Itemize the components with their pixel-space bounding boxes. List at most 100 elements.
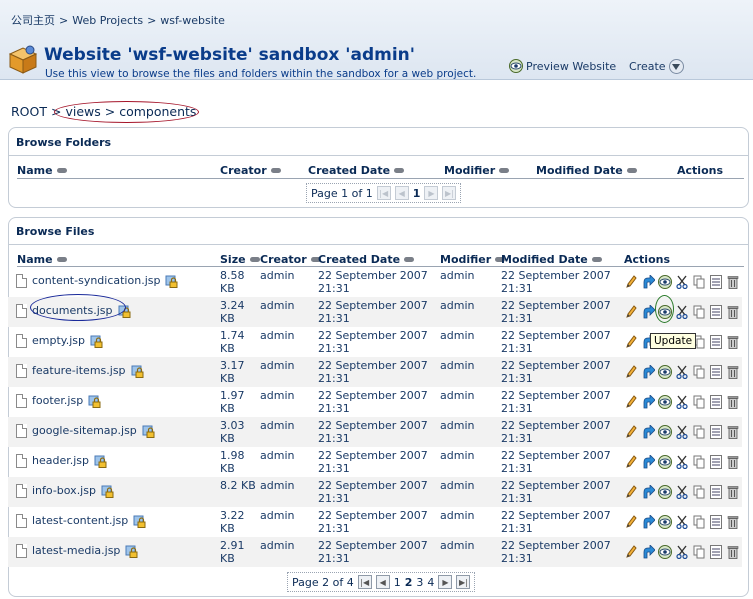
breadcrumb-home[interactable]: 公司主页 — [11, 14, 55, 27]
preview-eye-icon[interactable] — [657, 394, 672, 410]
folders-col-name[interactable]: Name — [17, 164, 67, 177]
files-col-created[interactable]: Created Date — [318, 253, 415, 266]
first-page-icon[interactable]: |◀ — [376, 186, 391, 200]
files-col-size[interactable]: Size — [220, 253, 260, 266]
chevron-down-icon[interactable] — [668, 59, 684, 74]
copy-icon[interactable] — [691, 304, 706, 320]
prev-page-icon[interactable]: ◀ — [375, 575, 390, 589]
preview-eye-icon[interactable] — [657, 484, 672, 500]
files-col-modifier[interactable]: Modifier — [440, 253, 506, 266]
preview-eye-icon[interactable] — [657, 364, 672, 380]
details-list-icon[interactable] — [708, 484, 723, 500]
cut-scissors-icon[interactable] — [674, 484, 689, 500]
edit-pencil-icon[interactable] — [623, 394, 638, 410]
cut-scissors-icon[interactable] — [674, 544, 689, 560]
cut-scissors-icon[interactable] — [674, 514, 689, 530]
file-name-link[interactable]: content-syndication.jsp — [32, 274, 160, 288]
folders-col-modifier[interactable]: Modifier — [444, 164, 510, 177]
update-arrow-icon[interactable] — [640, 514, 655, 530]
details-list-icon[interactable] — [708, 544, 723, 560]
copy-icon[interactable] — [691, 514, 706, 530]
file-name-link[interactable]: google-sitemap.jsp — [32, 424, 137, 438]
edit-pencil-icon[interactable] — [623, 424, 638, 440]
update-arrow-icon[interactable] — [640, 454, 655, 470]
delete-trash-icon[interactable] — [725, 454, 740, 470]
pager-page-3[interactable]: 3 — [416, 576, 423, 589]
file-name-link[interactable]: info-box.jsp — [32, 484, 96, 498]
pager-page-4[interactable]: 4 — [427, 576, 434, 589]
path-root-link[interactable]: ROOT — [11, 104, 47, 119]
first-page-icon[interactable]: |◀ — [357, 575, 372, 589]
delete-trash-icon[interactable] — [725, 274, 740, 290]
folders-col-creator[interactable]: Creator — [220, 164, 281, 177]
delete-trash-icon[interactable] — [725, 514, 740, 530]
update-arrow-icon[interactable] — [640, 484, 655, 500]
edit-pencil-icon[interactable] — [623, 544, 638, 560]
next-page-icon[interactable]: ▶ — [424, 186, 439, 200]
create-menu[interactable]: Create — [629, 59, 684, 74]
file-name-link[interactable]: feature-items.jsp — [32, 364, 126, 378]
preview-eye-icon[interactable] — [657, 424, 672, 440]
copy-icon[interactable] — [691, 484, 706, 500]
files-col-modified[interactable]: Modified Date — [501, 253, 602, 266]
breadcrumb-wsf-website[interactable]: wsf-website — [160, 14, 225, 27]
preview-website-link[interactable]: Preview Website — [509, 59, 616, 73]
copy-icon[interactable] — [691, 544, 706, 560]
files-col-creator[interactable]: Creator — [260, 253, 321, 266]
details-list-icon[interactable] — [708, 454, 723, 470]
copy-icon[interactable] — [691, 454, 706, 470]
delete-trash-icon[interactable] — [725, 544, 740, 560]
update-arrow-icon[interactable] — [640, 394, 655, 410]
pager-page-1[interactable]: 1 — [394, 576, 401, 589]
edit-pencil-icon[interactable] — [623, 514, 638, 530]
files-col-name[interactable]: Name — [17, 253, 67, 266]
details-list-icon[interactable] — [708, 274, 723, 290]
cut-scissors-icon[interactable] — [674, 394, 689, 410]
details-list-icon[interactable] — [708, 424, 723, 440]
copy-icon[interactable] — [691, 394, 706, 410]
delete-trash-icon[interactable] — [725, 394, 740, 410]
delete-trash-icon[interactable] — [725, 364, 740, 380]
edit-pencil-icon[interactable] — [623, 274, 638, 290]
copy-icon[interactable] — [691, 364, 706, 380]
preview-eye-icon[interactable] — [657, 544, 672, 560]
preview-eye-icon[interactable] — [657, 274, 672, 290]
cut-scissors-icon[interactable] — [674, 364, 689, 380]
cut-scissors-icon[interactable] — [674, 274, 689, 290]
update-arrow-icon[interactable] — [640, 424, 655, 440]
cut-scissors-icon[interactable] — [674, 304, 689, 320]
file-name-link[interactable]: empty.jsp — [32, 334, 85, 348]
update-arrow-icon[interactable] — [640, 304, 655, 320]
update-arrow-icon[interactable] — [640, 364, 655, 380]
details-list-icon[interactable] — [708, 334, 723, 350]
delete-trash-icon[interactable] — [725, 304, 740, 320]
preview-eye-icon[interactable] — [657, 514, 672, 530]
last-page-icon[interactable]: ▶| — [456, 575, 471, 589]
details-list-icon[interactable] — [708, 364, 723, 380]
update-arrow-icon[interactable] — [640, 544, 655, 560]
delete-trash-icon[interactable] — [725, 484, 740, 500]
edit-pencil-icon[interactable] — [623, 454, 638, 470]
file-name-link[interactable]: latest-media.jsp — [32, 544, 120, 558]
breadcrumb-web-projects[interactable]: Web Projects — [72, 14, 143, 27]
delete-trash-icon[interactable] — [725, 424, 740, 440]
folders-col-created[interactable]: Created Date — [308, 164, 405, 177]
copy-icon[interactable] — [691, 274, 706, 290]
cut-scissors-icon[interactable] — [674, 424, 689, 440]
file-name-link[interactable]: header.jsp — [32, 454, 89, 468]
cut-scissors-icon[interactable] — [674, 454, 689, 470]
edit-pencil-icon[interactable] — [623, 364, 638, 380]
last-page-icon[interactable]: ▶| — [442, 186, 457, 200]
folders-col-modified[interactable]: Modified Date — [536, 164, 637, 177]
delete-trash-icon[interactable] — [725, 334, 740, 350]
edit-pencil-icon[interactable] — [623, 304, 638, 320]
next-page-icon[interactable]: ▶ — [438, 575, 453, 589]
copy-icon[interactable] — [691, 424, 706, 440]
preview-eye-icon[interactable] — [657, 454, 672, 470]
update-arrow-icon[interactable] — [640, 274, 655, 290]
details-list-icon[interactable] — [708, 394, 723, 410]
file-name-link[interactable]: footer.jsp — [32, 394, 83, 408]
edit-pencil-icon[interactable] — [623, 484, 638, 500]
details-list-icon[interactable] — [708, 514, 723, 530]
prev-page-icon[interactable]: ◀ — [394, 186, 409, 200]
